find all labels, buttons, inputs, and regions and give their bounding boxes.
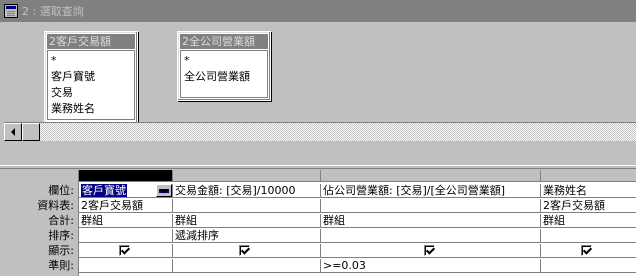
- field-cell[interactable]: 業務姓名: [541, 184, 636, 198]
- column-selector[interactable]: [173, 170, 321, 182]
- criteria-cell[interactable]: [541, 259, 636, 273]
- table-list-2客戶交易額[interactable]: 2客戶交易額 * 客戶寶號 交易 業務姓名: [44, 31, 138, 124]
- row-label-table: 資料表:: [37, 199, 74, 212]
- column-selector[interactable]: [321, 170, 541, 182]
- table-cell[interactable]: [321, 199, 541, 213]
- field-value: 客戶寶號: [81, 184, 127, 197]
- field-list[interactable]: * 客戶寶號 交易 業務姓名: [47, 50, 135, 120]
- chevron-down-icon: [159, 188, 169, 193]
- table-cell[interactable]: 2客戶交易額: [541, 199, 636, 213]
- show-checkbox[interactable]: [239, 245, 250, 256]
- table-cell[interactable]: [173, 199, 321, 213]
- field-cell[interactable]: 交易金額: [交易]/10000: [173, 184, 321, 198]
- total-cell[interactable]: 群組: [173, 214, 321, 228]
- field-item[interactable]: 客戶寶號: [51, 69, 131, 85]
- table-cell[interactable]: 2客戶交易額: [79, 199, 173, 213]
- row-label-field: 欄位:: [48, 184, 74, 197]
- field-item[interactable]: 交易: [51, 85, 131, 101]
- query-window-icon[interactable]: [4, 4, 18, 18]
- total-cell[interactable]: 群組: [79, 214, 173, 228]
- sort-cell[interactable]: [79, 229, 173, 243]
- show-cell[interactable]: [173, 244, 321, 258]
- pane-splitter[interactable]: [0, 165, 636, 169]
- show-checkbox[interactable]: [581, 245, 592, 256]
- arrow-left-icon: [11, 128, 15, 136]
- show-cell[interactable]: [79, 244, 173, 258]
- field-item[interactable]: 全公司營業額: [184, 69, 264, 85]
- column-selector[interactable]: [79, 170, 173, 182]
- table-list-title[interactable]: 2全公司營業額: [180, 34, 268, 49]
- sort-cell[interactable]: 遞減排序: [173, 229, 321, 243]
- show-checkbox[interactable]: [119, 245, 130, 256]
- window-title: 2 : 選取查詢: [22, 5, 84, 18]
- total-cell[interactable]: 群組: [541, 214, 636, 228]
- criteria-cell[interactable]: [79, 259, 173, 273]
- design-grid[interactable]: 欄位: 資料表: 合計: 排序: 顯示: 準則: 客戶寶號 2客戶交易額 群組 …: [0, 170, 636, 276]
- row-label-sort: 排序:: [48, 229, 74, 242]
- title-bar[interactable]: 2 : 選取查詢: [0, 0, 636, 22]
- row-label-total: 合計:: [48, 214, 74, 227]
- field-dropdown-button[interactable]: [156, 184, 172, 197]
- table-list-title[interactable]: 2客戶交易額: [47, 34, 135, 49]
- field-cell[interactable]: 客戶寶號: [79, 184, 173, 198]
- grid-body[interactable]: 客戶寶號 2客戶交易額 群組 交易金額: [交易]/10000 群組 遞減排序 …: [78, 170, 636, 276]
- sort-cell[interactable]: [541, 229, 636, 243]
- row-label-show: 顯示:: [48, 244, 74, 257]
- criteria-cell[interactable]: >=0.03: [321, 259, 541, 273]
- horizontal-scrollbar[interactable]: [4, 122, 636, 141]
- show-cell[interactable]: [541, 244, 636, 258]
- table-list-2全公司營業額[interactable]: 2全公司營業額 * 全公司營業額: [177, 31, 271, 101]
- show-cell[interactable]: [321, 244, 541, 258]
- row-labels: 欄位: 資料表: 合計: 排序: 顯示: 準則:: [0, 170, 78, 276]
- field-item[interactable]: *: [184, 53, 264, 69]
- scroll-left-button[interactable]: [4, 123, 22, 141]
- show-checkbox[interactable]: [424, 245, 435, 256]
- field-cell[interactable]: 佔公司營業額: [交易]/[全公司營業額]: [321, 184, 541, 198]
- sort-cell[interactable]: [321, 229, 541, 243]
- row-label-criteria: 準則:: [48, 259, 74, 272]
- total-cell[interactable]: 群組: [321, 214, 541, 228]
- field-item[interactable]: 業務姓名: [51, 101, 131, 117]
- column-selector[interactable]: [541, 170, 636, 182]
- field-list[interactable]: * 全公司營業額: [180, 50, 268, 98]
- scroll-thumb[interactable]: [22, 123, 40, 141]
- scroll-track[interactable]: [40, 123, 636, 141]
- field-item[interactable]: *: [51, 53, 131, 69]
- criteria-cell[interactable]: [173, 259, 321, 273]
